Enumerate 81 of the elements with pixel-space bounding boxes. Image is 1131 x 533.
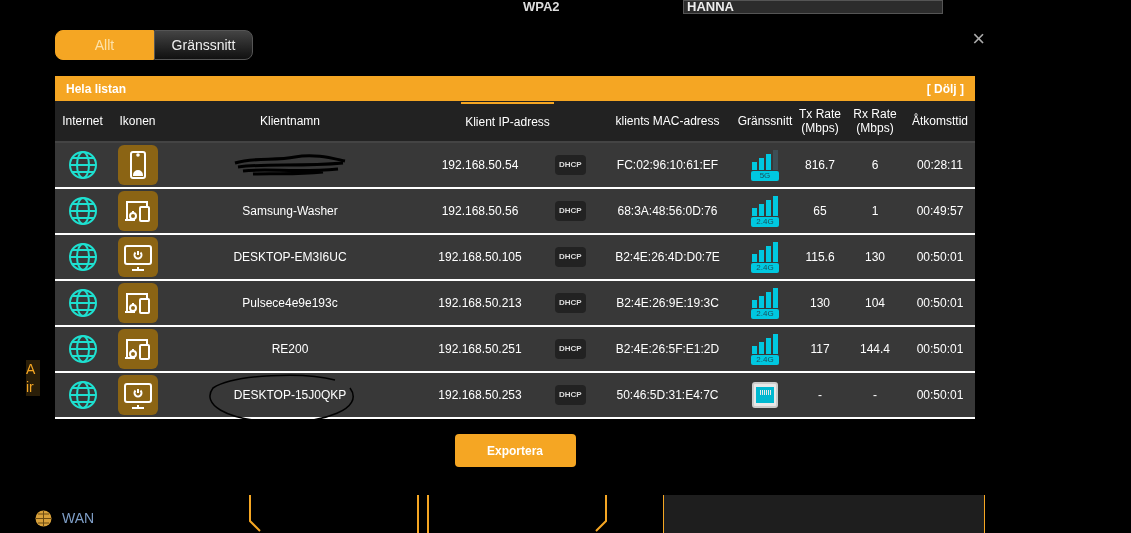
rx-rate: 6 [871,157,879,174]
column-header[interactable]: Internet [58,103,107,139]
devices-icon [117,191,158,231]
dhcp-badge: DHCP [555,339,586,359]
globe-icon [67,196,98,226]
client-row[interactable]: Samsung-Washer 192.168.50.56 DHCP 68:3A:48:56:0D:76 2.4G 65 1 00:49:57 [55,189,975,235]
column-header[interactable]: Ikonen [115,103,160,139]
column-header[interactable]: Rx Rate (Mbps) [845,96,905,146]
mac-address: B2:4E:26:4D:D0:7E [615,249,720,266]
close-button[interactable]: × [972,28,985,50]
ip-address: 192.168.50.54 [440,157,520,174]
client-name: DESKTOP-EM3I6UC [233,249,347,266]
ethernet-port-icon [752,382,778,408]
globe-icon [67,150,98,180]
client-row[interactable]: DESKTOP-EM3I6UC 192.168.50.105 DHCP B2:4E:26:4D:D0:7E 2.4G 115.6 130 00:50:01 [55,235,975,281]
sidebar-label: A ir [26,360,40,396]
tx-rate: 65 [813,203,827,220]
band-badge: 2.4G [751,308,779,319]
client-name: Pulsece4e9e193c [242,295,338,312]
dhcp-badge: DHCP [555,293,586,313]
access-time: 00:50:01 [916,387,964,404]
tab[interactable]: Gränssnitt [154,30,253,60]
mac-address: 50:46:5D:31:E4:7C [616,387,719,404]
column-header[interactable]: Gränssnitt [733,103,797,139]
tx-rate: 816.7 [805,157,835,174]
dhcp-badge: DHCP [555,247,586,267]
security-label: WPA2 [523,0,560,14]
mac-address: FC:02:96:10:61:EF [616,157,719,174]
band-badge: 2.4G [751,216,779,227]
ip-address: 192.168.50.253 [437,387,523,404]
mac-address: B2:4E:26:9E:19:3C [616,295,719,312]
devices-icon [117,283,158,323]
tx-rate: 115.6 [805,249,835,266]
list-title: Hela listan [66,80,127,98]
client-row[interactable]: 192.168.50.54 DHCP FC:02:96:10:61:EF 5G 816.7 6 00:28:11 [55,143,975,189]
rx-rate: 130 [865,249,885,266]
globe-icon [67,288,98,318]
access-time: 00:50:01 [916,341,964,358]
rx-rate: - [873,387,877,404]
band-badge: 2.4G [751,354,779,365]
client-row[interactable]: Pulsece4e9e193c 192.168.50.213 DHCP B2:4E:26:9E:19:3C 2.4G 130 104 00:50:01 [55,281,975,327]
band-badge: 5G [751,170,779,181]
dhcp-badge: DHCP [555,155,586,175]
ip-address: 192.168.50.56 [440,203,520,220]
tx-rate: - [818,387,822,404]
globe-icon [67,380,98,410]
monitor-icon [117,237,158,277]
column-header[interactable]: Tx Rate (Mbps) [795,96,845,146]
mac-address: B2:4E:26:5F:E1:2D [615,341,720,358]
ip-address: 192.168.50.213 [437,295,523,312]
client-name: DESKTOP-15J0QKP [233,387,347,404]
monitor-icon [117,375,158,415]
rx-rate: 104 [865,295,885,312]
column-header[interactable]: Åtkomsttid [908,103,972,139]
tx-rate: 130 [810,295,830,312]
column-header[interactable]: Klient IP-adress [461,102,554,140]
access-time: 00:50:01 [916,249,964,266]
globe-icon [35,510,52,527]
access-time: 00:49:57 [916,203,964,220]
globe-icon [67,334,98,364]
devices-icon [117,329,158,369]
dhcp-badge: DHCP [555,385,586,405]
smartphone-icon [117,145,158,185]
tx-rate: 117 [810,341,830,358]
client-name: RE200 [271,341,309,358]
column-header[interactable]: klients MAC-adress [611,103,724,139]
dhcp-badge: DHCP [555,201,586,221]
client-name: Samsung-Washer [242,203,338,220]
ip-address: 192.168.50.105 [437,249,523,266]
client-row[interactable]: RE200 192.168.50.251 DHCP B2:4E:26:5F:E1:2D 2.4G 117 144.4 00:50:01 [55,327,975,373]
globe-icon [67,242,98,272]
wan-label: WAN [62,509,95,528]
column-header[interactable]: Klientnamn [255,103,324,139]
network-name-field: HANNA [683,0,943,14]
rx-rate: 144.4 [860,341,890,358]
rx-rate: 1 [871,203,879,220]
access-time: 00:28:11 [917,157,963,174]
ip-address: 192.168.50.251 [437,341,523,358]
mac-address: 68:3A:48:56:0D:76 [617,203,718,220]
access-time: 00:50:01 [916,295,964,312]
band-badge: 2.4G [751,262,779,273]
